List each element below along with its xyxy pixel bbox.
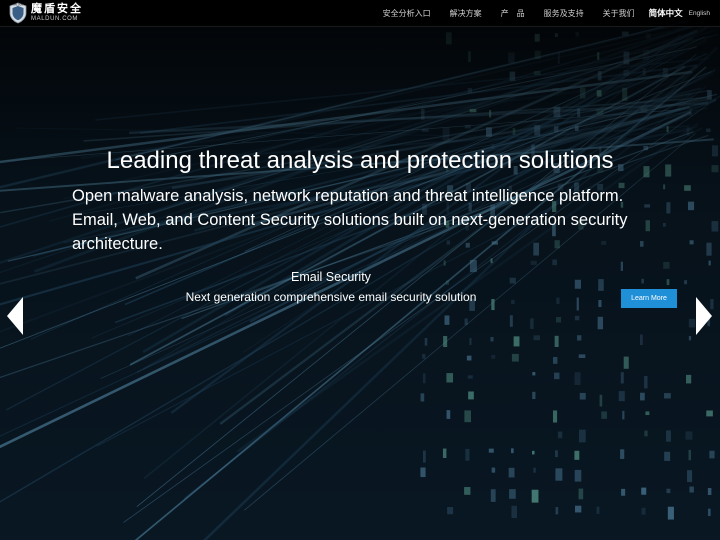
carousel-prev-button[interactable] (6, 296, 24, 336)
shield-logo-icon: MALDUN (9, 2, 27, 24)
carousel-next-button[interactable] (695, 296, 713, 336)
main-nav: 安全分析入口 解决方案 产 品 服务及支持 关于我们 简体中文 English (364, 0, 710, 26)
logo-badge-text: MALDUN (13, 3, 23, 6)
brand-logo[interactable]: MALDUN 魔盾安全 MALDUN.COM (8, 2, 83, 24)
nav-item-analysis-portal[interactable]: 安全分析入口 (383, 8, 431, 19)
brand-name: 魔盾安全 MALDUN.COM (31, 3, 83, 23)
slide-title: Email Security (291, 270, 371, 284)
nav-item-solutions[interactable]: 解决方案 (450, 8, 482, 19)
hero-title: Leading threat analysis and protection s… (106, 147, 614, 174)
slide-subtitle: Next generation comprehensive email secu… (185, 290, 477, 304)
nav-item-about-us[interactable]: 关于我们 (603, 8, 635, 19)
page: MALDUN 魔盾安全 MALDUN.COM 安全分析入口 解决方案 产 品 服… (0, 0, 720, 540)
language-english[interactable]: English (689, 10, 710, 17)
brand-name-cn: 魔盾安全 (31, 3, 83, 15)
language-simplified-chinese[interactable]: 简体中文 (649, 7, 683, 19)
nav-item-services-support[interactable]: 服务及支持 (544, 8, 584, 19)
nav-item-products[interactable]: 产 品 (501, 8, 525, 19)
chevron-right-icon (696, 297, 712, 335)
brand-name-en: MALDUN.COM (31, 16, 79, 22)
hero-description: Open malware analysis, network reputatio… (72, 187, 628, 253)
learn-more-button[interactable]: Learn More (621, 289, 677, 308)
top-navigation-bar: MALDUN 魔盾安全 MALDUN.COM 安全分析入口 解决方案 产 品 服… (0, 0, 720, 27)
chevron-left-icon (7, 297, 23, 335)
